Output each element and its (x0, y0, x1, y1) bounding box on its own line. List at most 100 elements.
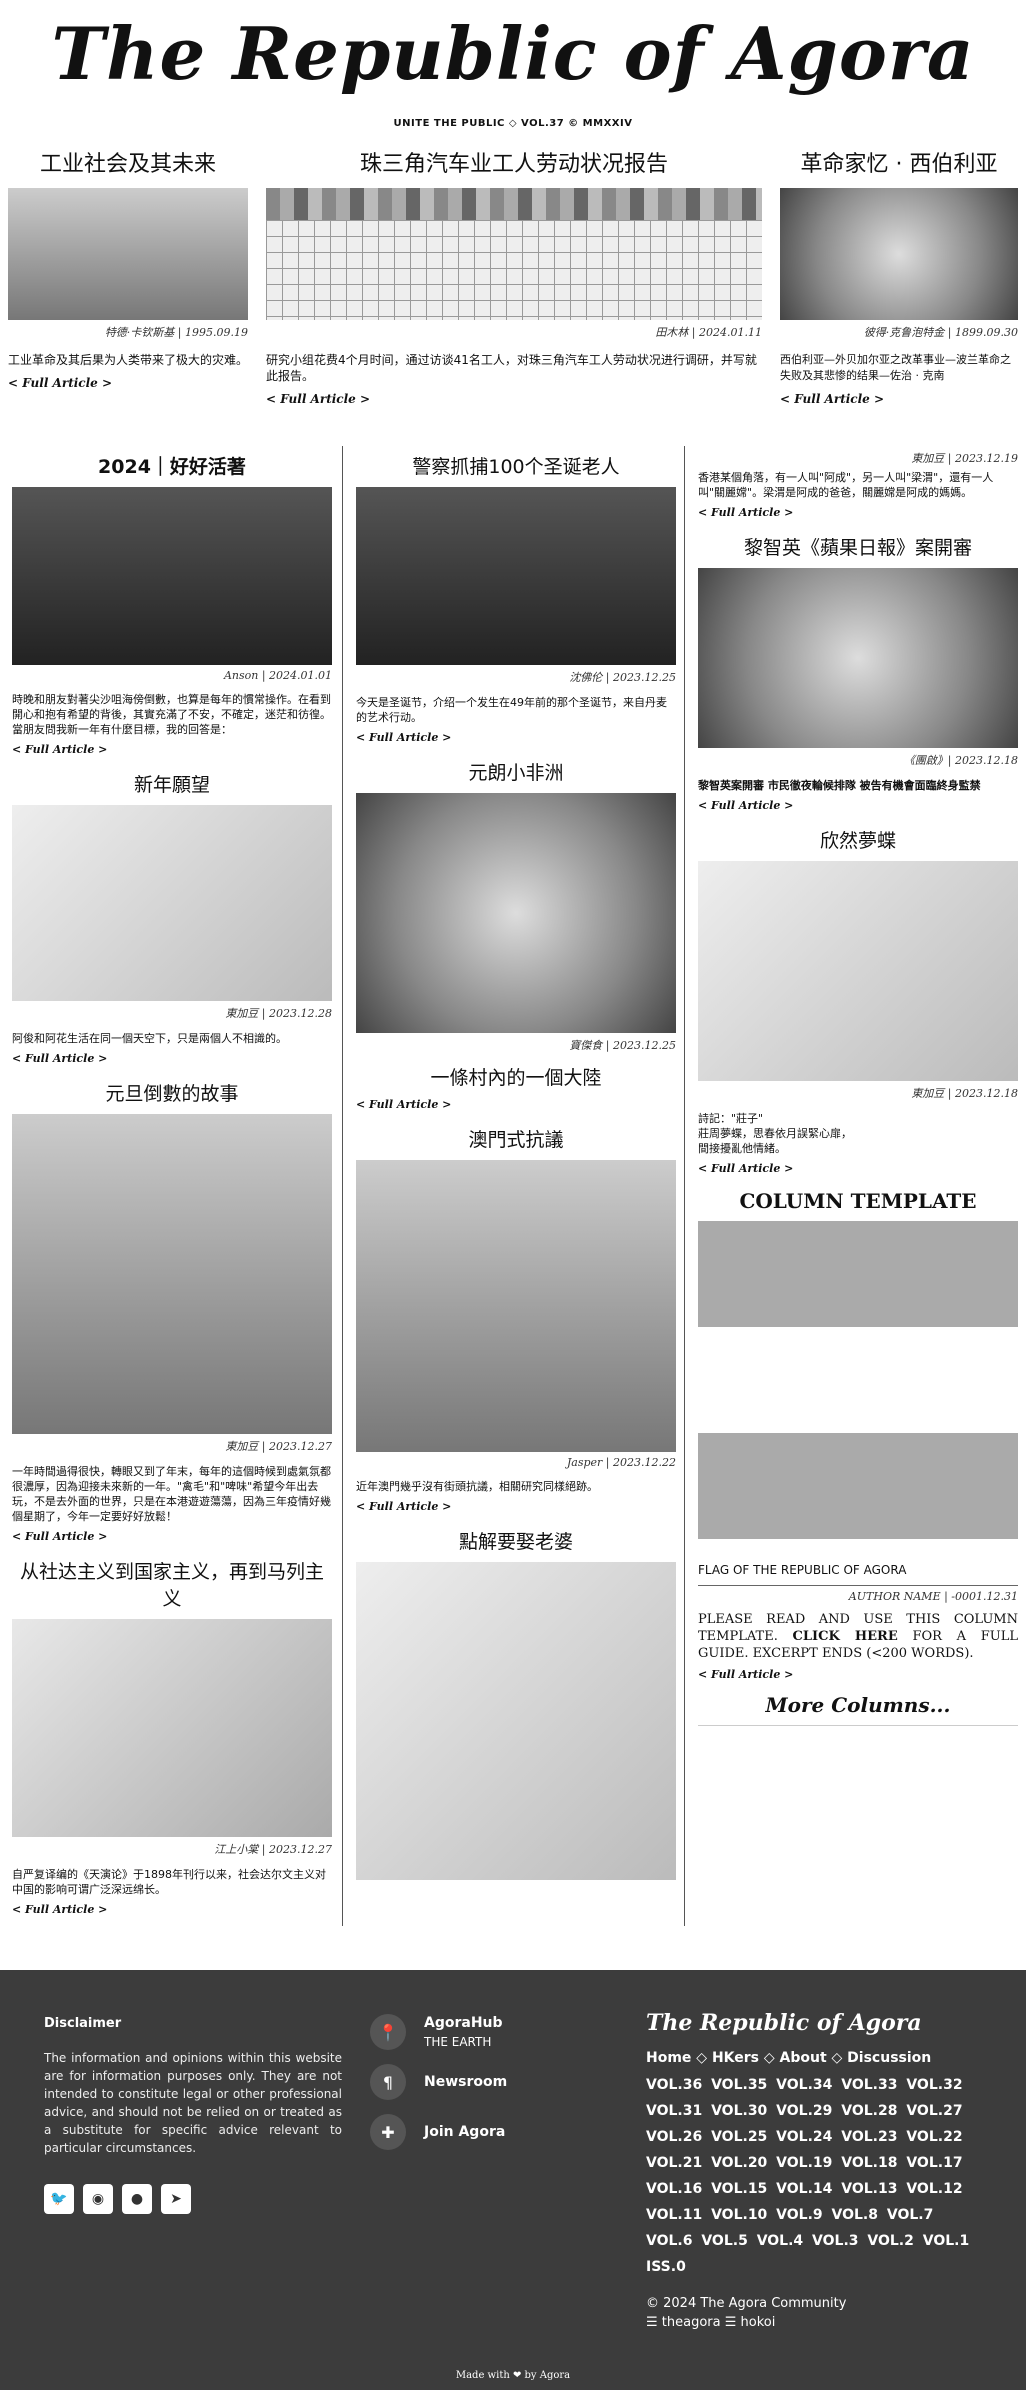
copyright: © 2024 The Agora Community ☰ theagora ☰ h… (646, 2296, 847, 2330)
link-title: Join Agora (424, 2124, 506, 2140)
article-byline: Jasper | 2023.12.22 (566, 1456, 676, 1469)
twitter-icon[interactable]: 🐦 (44, 2184, 74, 2214)
nav-home[interactable]: Home (646, 2050, 691, 2066)
footer: Disclaimer The information and opinions … (0, 1970, 1026, 2390)
article-title[interactable]: 澳門式抗議 (356, 1125, 676, 1152)
full-article-link[interactable]: < Full Article > (12, 743, 332, 756)
article-image[interactable] (8, 188, 248, 320)
agorahub-link[interactable]: 📍 AgoraHub THE EARTH (370, 2014, 507, 2050)
article-byline: 彼得·克鲁泡特金 | 1899.09.30 (863, 326, 1018, 339)
github-icon[interactable]: ◉ (83, 2184, 113, 2214)
article-byline: 《團啟》| 2023.12.18 (903, 754, 1018, 767)
more-columns-link[interactable]: More Columns... (698, 1693, 1018, 1726)
full-article-link[interactable]: < Full Article > (780, 392, 1018, 406)
full-article-link[interactable]: < Full Article > (698, 1668, 1018, 1681)
full-article-link[interactable]: < Full Article > (266, 392, 762, 406)
article-image[interactable] (356, 793, 676, 1033)
template-excerpt: PLEASE READ AND USE THIS COLUMN TEMPLATE… (698, 1612, 1018, 1661)
click-here-link[interactable]: CLICK HERE (793, 1629, 898, 1644)
puzzle-icon: ✚ (370, 2114, 406, 2150)
article-byline: Anson | 2024.01.01 (223, 669, 332, 682)
link-title: AgoraHub (424, 2014, 503, 2031)
flag-stripe-gray (698, 1221, 1018, 1327)
article-title[interactable]: 欣然夢蝶 (698, 826, 1018, 853)
article-excerpt: 自严复译编的《天演论》于1898年刊行以来，社会达尔文主义对中国的影响可谓广泛深… (12, 1868, 326, 1896)
link-title: Newsroom (424, 2074, 508, 2090)
article-title[interactable]: 从社达主义到国家主义，再到马列主义 (12, 1557, 332, 1611)
full-article-link[interactable]: < Full Article > (356, 731, 676, 744)
article-title[interactable]: 警察抓捕100个圣诞老人 (356, 452, 676, 479)
full-article-link[interactable]: < Full Article > (698, 1162, 1018, 1175)
full-article-link[interactable]: < Full Article > (356, 1098, 676, 1111)
page: The Republic of Agora UNITE THE PUBLIC ◇… (0, 0, 1026, 2390)
article-image[interactable] (780, 188, 1018, 320)
article-byline: 特德·卡钦斯基 | 1995.09.19 (104, 326, 248, 339)
article-subtitle: 一條村內的一個大陸 (430, 1067, 602, 1089)
full-article-link[interactable]: < Full Article > (12, 1903, 332, 1916)
nav-about[interactable]: About (780, 2050, 827, 2066)
article-title[interactable]: 元朗小非洲 (356, 758, 676, 785)
article-image[interactable] (12, 805, 332, 1001)
article-excerpt: 一年時間過得很快，轉眼又到了年末，每年的這個時候到處氣氛都很濃厚，因為迎接未來新… (12, 1465, 331, 1523)
article-image[interactable] (698, 568, 1018, 748)
telegram-icon[interactable]: ➤ (161, 2184, 191, 2214)
social-links: 🐦 ◉ ● ➤ (44, 2184, 191, 2214)
top-articles: 工业社会及其未来 特德·卡钦斯基 | 1995.09.19 工业革命及其后果为人… (8, 150, 1018, 440)
newsroom-link[interactable]: ¶ Newsroom (370, 2064, 507, 2100)
article-card: 元旦倒數的故事 東加豆 | 2023.12.27 一年時間過得很快，轉眼又到了年… (12, 1079, 332, 1543)
article-excerpt: 今天是圣诞节，介绍一个发生在49年前的那个圣诞节，来自丹麦的艺术行动。 (356, 696, 667, 724)
nav-hkers[interactable]: HKers (712, 2050, 759, 2066)
article-title[interactable]: 珠三角汽车业工人劳动状况报告 (266, 150, 762, 180)
article-title[interactable]: 2024｜好好活著 (12, 452, 332, 479)
full-article-link[interactable]: < Full Article > (356, 1500, 676, 1513)
article-card: 欣然夢蝶 東加豆 | 2023.12.18 詩記："莊子" 莊周夢蝶，思春依月誤… (698, 826, 1018, 1175)
volume-links[interactable]: VOL.36 VOL.35 VOL.34 VOL.33 VOL.32 VOL.3… (646, 2072, 986, 2280)
full-article-link[interactable]: < Full Article > (698, 506, 1018, 519)
template-title[interactable]: COLUMN TEMPLATE (698, 1189, 1018, 1213)
full-article-link[interactable]: < Full Article > (8, 376, 248, 390)
article-excerpt: 阿俊和阿花生活在同一個天空下，只是兩個人不相識的。 (12, 1032, 287, 1045)
footer-links: 📍 AgoraHub THE EARTH ¶ Newsroom ✚ Join Ag… (370, 2014, 507, 2164)
location-icon: 📍 (370, 2014, 406, 2050)
reddit-icon[interactable]: ● (122, 2184, 152, 2214)
template-byline: AUTHOR NAME | -0001.12.31 (848, 1590, 1018, 1603)
footer-nav: The Republic of Agora Home ◇ HKers ◇ Abo… (646, 2010, 986, 2332)
article-image[interactable] (356, 1562, 676, 1880)
article-image[interactable] (12, 1114, 332, 1434)
column-template: COLUMN TEMPLATE FLAG OF THE REPUBLIC OF … (698, 1189, 1018, 1726)
article-image[interactable] (12, 1619, 332, 1837)
flag-stripe-gray (698, 1433, 1018, 1539)
article-byline: 東加豆 | 2023.12.18 (911, 1087, 1018, 1100)
article-card: 从社达主义到国家主义，再到马列主义 江上小棠 | 2023.12.27 自严复译… (12, 1557, 332, 1916)
article-title[interactable]: 新年願望 (12, 770, 332, 797)
full-article-link[interactable]: < Full Article > (698, 799, 1018, 812)
article-title[interactable]: 革命家忆 · 西伯利亚 (780, 150, 1018, 180)
article-byline: 田木林 | 2024.01.11 (655, 326, 762, 339)
article-card: 澳門式抗議 Jasper | 2023.12.22 近年澳門幾乎沒有街頭抗議，相… (356, 1125, 676, 1513)
article-title[interactable]: 黎智英《蘋果日報》案開審 (698, 533, 1018, 560)
join-agora-link[interactable]: ✚ Join Agora (370, 2114, 507, 2150)
article-card: 元朗小非洲 寶傑食 | 2023.12.25 一條村內的一個大陸 < Full … (356, 758, 676, 1111)
article-byline: 東加豆 | 2023.12.19 (911, 452, 1018, 465)
article-excerpt: 香港某個角落，有一人叫"阿成"，另一人叫"梁渭"，還有一人叫"關麗嫦"。梁渭是阿… (698, 471, 994, 499)
article-title[interactable]: 點解要娶老婆 (356, 1527, 676, 1554)
article-image[interactable] (356, 1160, 676, 1452)
article-title[interactable]: 元旦倒數的故事 (12, 1079, 332, 1106)
nav-discussion[interactable]: Discussion (847, 2050, 931, 2066)
footer-title[interactable]: The Republic of Agora (646, 2010, 986, 2036)
article-byline: 東加豆 | 2023.12.27 (225, 1440, 332, 1453)
disclaimer-title: Disclaimer (44, 2016, 122, 2031)
article-image[interactable] (698, 861, 1018, 1081)
site-title[interactable]: The Republic of Agora (0, 14, 1026, 94)
full-article-link[interactable]: < Full Article > (12, 1530, 332, 1543)
article-image[interactable] (266, 188, 762, 320)
article-byline: 東加豆 | 2023.12.28 (225, 1007, 332, 1020)
top-article-1: 工业社会及其未来 特德·卡钦斯基 | 1995.09.19 工业革命及其后果为人… (8, 150, 248, 390)
article-excerpt: 研究小组花费4个月时间，通过访谈41名工人，对珠三角汽车工人劳动状况进行调研，并… (266, 353, 757, 383)
footer-nav-links: Home ◇ HKers ◇ About ◇ Discussion (646, 2050, 932, 2066)
article-card: 點解要娶老婆 (356, 1527, 676, 1880)
article-image[interactable] (12, 487, 332, 665)
article-image[interactable] (356, 487, 676, 665)
article-title[interactable]: 工业社会及其未来 (8, 150, 248, 180)
full-article-link[interactable]: < Full Article > (12, 1052, 332, 1065)
